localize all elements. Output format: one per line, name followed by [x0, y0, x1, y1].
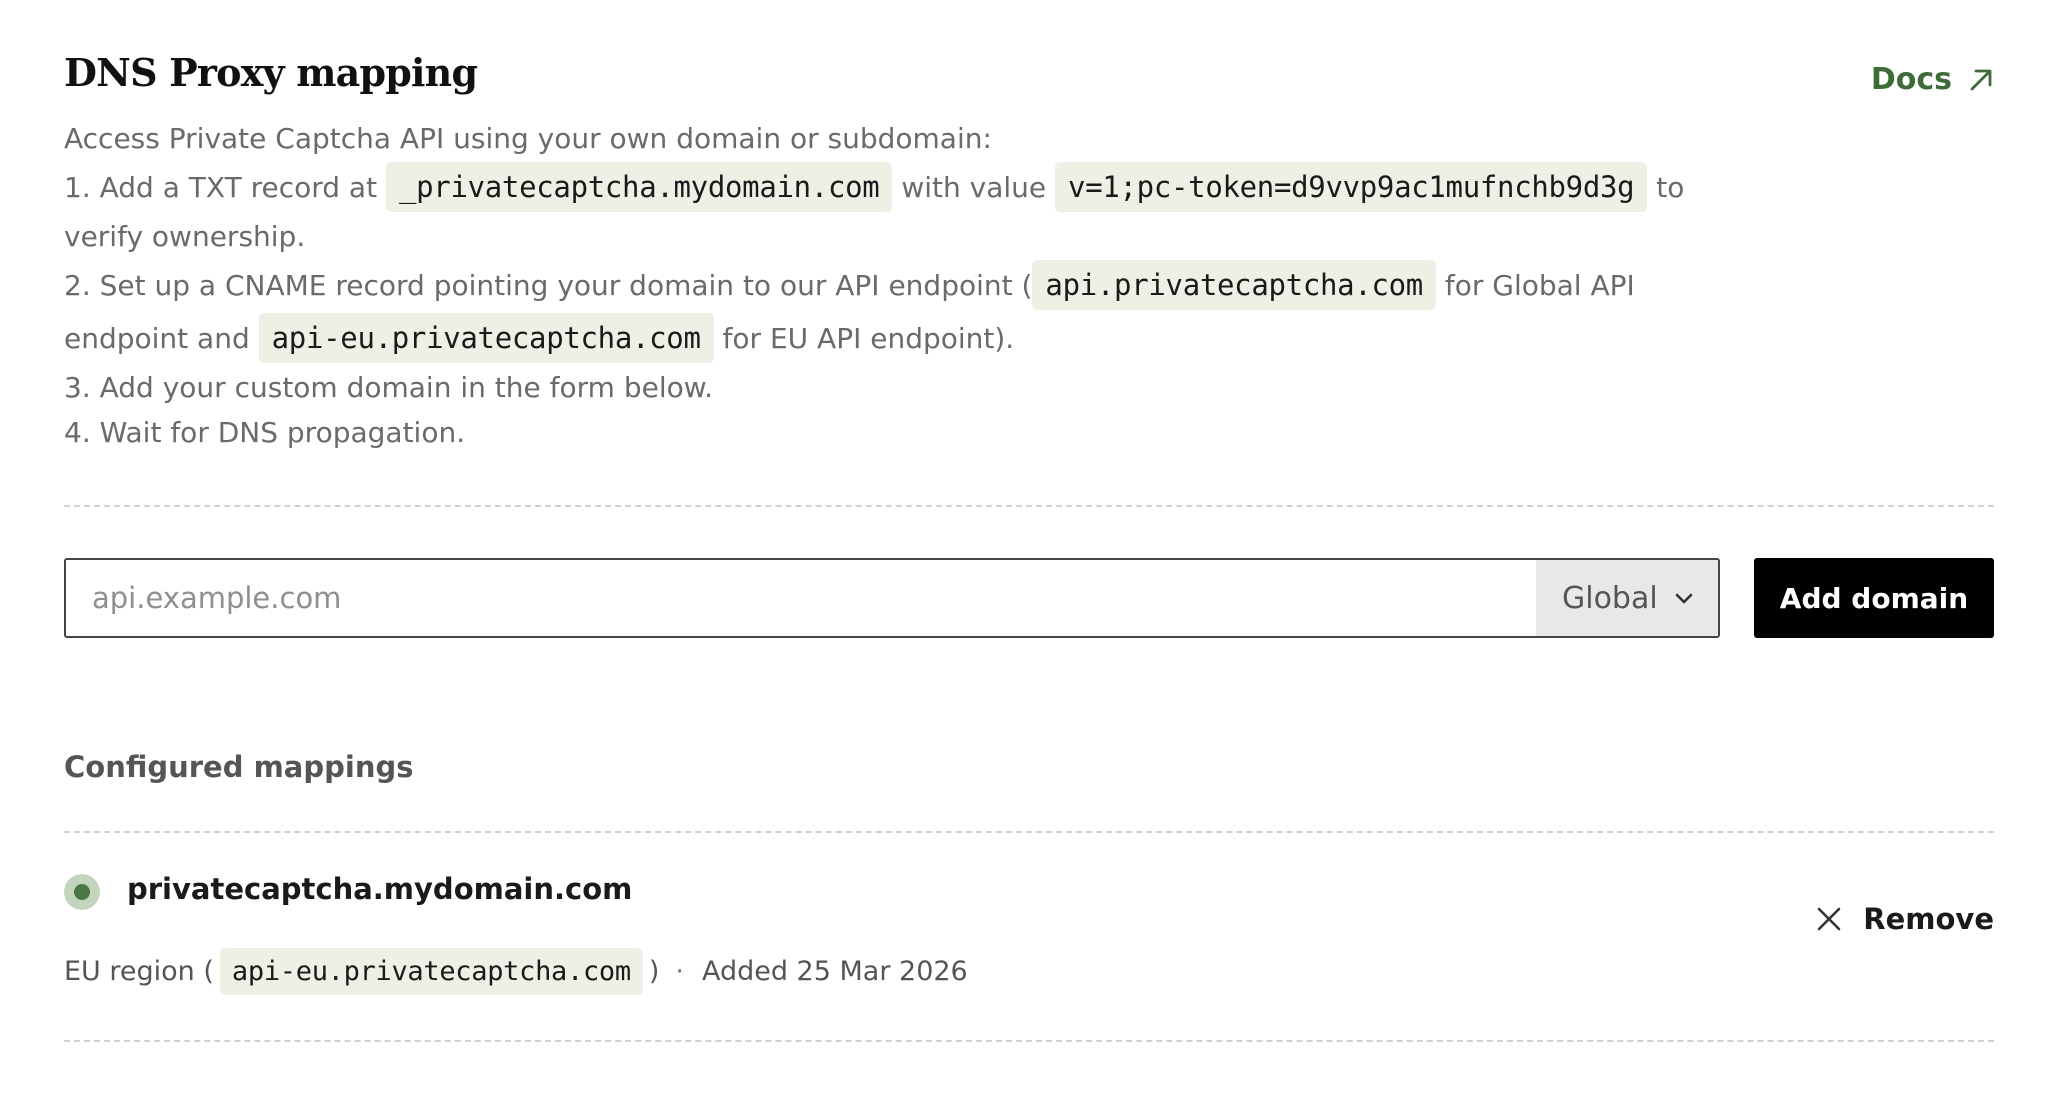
- region-select-value: Global: [1562, 580, 1658, 616]
- instruction-step-4: 4. Wait for DNS propagation.: [64, 416, 466, 449]
- section-divider: [64, 505, 1994, 507]
- arrow-up-right-icon: [1970, 69, 1992, 90]
- global-endpoint: api.privatecaptcha.com: [1032, 260, 1436, 310]
- mapping-domain: privatecaptcha.mydomain.com: [127, 872, 633, 906]
- domain-input[interactable]: [66, 560, 1536, 636]
- mappings-bottom-divider: [64, 1040, 1994, 1042]
- txt-record-value: v=1;pc-token=d9vvp9ac1mufnchb9d3g: [1055, 162, 1648, 212]
- mapping-endpoint: api-eu.privatecaptcha.com: [219, 948, 643, 995]
- page-title: DNS Proxy mapping: [64, 50, 478, 95]
- instruction-step-1: 1. Add a TXT record at _privatecaptcha.m…: [64, 161, 1944, 214]
- remove-mapping-button[interactable]: Remove: [1815, 902, 1994, 936]
- mapping-region-close: ): [648, 956, 660, 987]
- txt-record-name: _privatecaptcha.mydomain.com: [385, 162, 893, 212]
- instruction-step-2: 2. Set up a CNAME record pointing your d…: [64, 259, 1944, 312]
- chevron-down-icon: [1675, 593, 1693, 604]
- step2-mid: for Global API: [1444, 269, 1635, 302]
- add-domain-button[interactable]: Add domain: [1754, 558, 1994, 638]
- remove-label: Remove: [1863, 902, 1994, 936]
- instruction-step-2-cont: endpoint and api-eu.privatecaptcha.com f…: [64, 312, 1944, 365]
- step1-prefix: 1. Add a TXT record at: [64, 171, 378, 204]
- close-icon: [1817, 907, 1841, 931]
- step2-suffix: for EU API endpoint).: [722, 322, 1015, 355]
- setup-instructions: Access Private Captcha API using your ow…: [64, 116, 1944, 455]
- docs-label: Docs: [1870, 62, 1952, 97]
- step1-mid: with value: [901, 171, 1047, 204]
- instruction-step-3: 3. Add your custom domain in the form be…: [64, 371, 713, 404]
- eu-endpoint: api-eu.privatecaptcha.com: [258, 313, 714, 363]
- instructions-intro: Access Private Captcha API using your ow…: [64, 122, 992, 155]
- instruction-step-1-cont: verify ownership.: [64, 220, 306, 253]
- configured-mappings-heading: Configured mappings: [64, 750, 414, 784]
- region-select[interactable]: Global: [1536, 560, 1718, 636]
- meta-separator: ·: [675, 956, 684, 987]
- step1-suffix: to: [1656, 171, 1685, 204]
- add-domain-form: Global Add domain: [64, 558, 1994, 638]
- step2-prefix: 2. Set up a CNAME record pointing your d…: [64, 269, 1033, 302]
- mapping-region-label: EU region (: [64, 956, 214, 987]
- docs-link[interactable]: Docs: [1871, 62, 1994, 97]
- mapping-row: privatecaptcha.mydomain.com EU region ( …: [64, 830, 1994, 1030]
- domain-input-group: Global: [64, 558, 1720, 638]
- mapping-meta: EU region ( api-eu.privatecaptcha.com ) …: [64, 948, 968, 995]
- mapping-added-date: Added 25 Mar 2026: [701, 956, 968, 987]
- status-dot-icon: [64, 874, 100, 910]
- step2-cont-prefix: endpoint and: [64, 322, 250, 355]
